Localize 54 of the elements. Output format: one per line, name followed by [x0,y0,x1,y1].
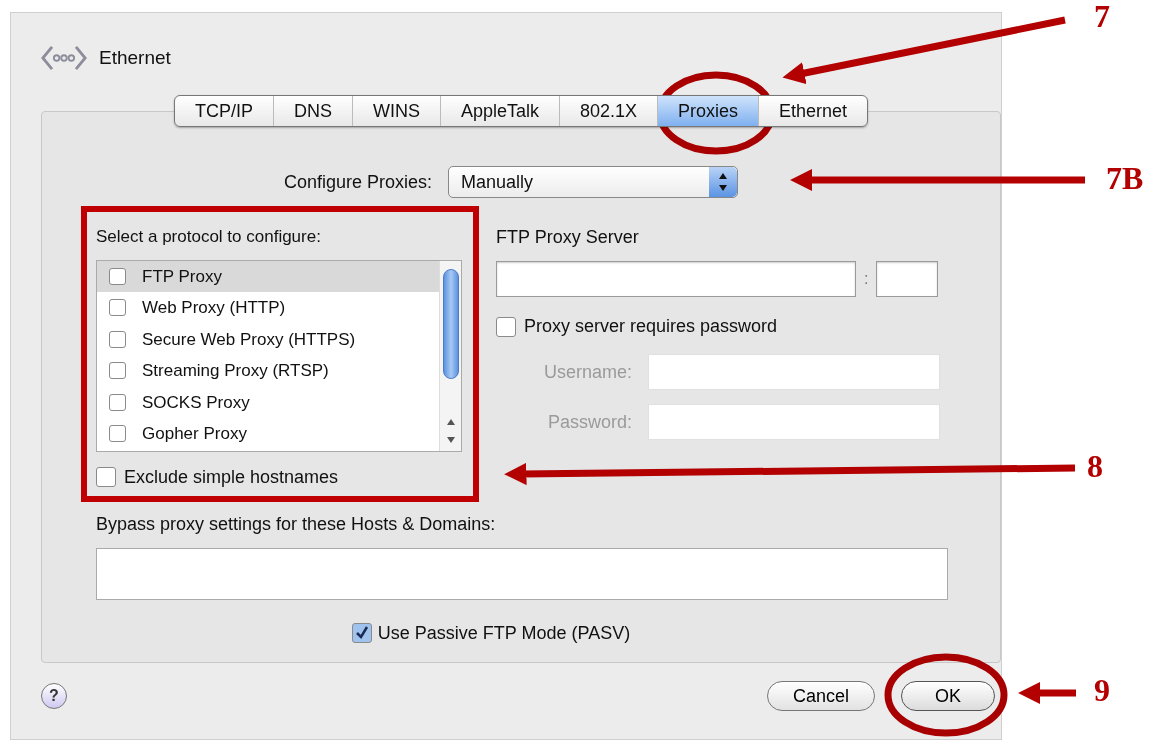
annotation-number: 8 [1087,450,1103,482]
proxy-server-field[interactable] [496,261,856,297]
checkbox[interactable] [96,467,116,487]
checkbox[interactable] [109,393,126,411]
configure-proxies-label: Configure Proxies: [284,170,433,194]
protocol-item[interactable]: SOCKS Proxy [97,386,439,418]
exclude-hostnames-label: Exclude simple hostnames [124,465,339,489]
checkbox[interactable] [109,299,126,317]
checkbox[interactable] [109,330,126,348]
annotation-number: 7 [1094,0,1110,32]
protocol-label: Gopher Proxy [142,423,247,445]
cancel-button[interactable]: Cancel [767,681,875,711]
scrollbar[interactable] [439,260,461,451]
passive-ftp-label: Use Passive FTP Mode (PASV) [377,621,631,645]
scrollbar-thumb[interactable] [442,268,459,379]
protocol-item[interactable]: Secure Web Proxy (HTTPS) [97,323,439,355]
port-field[interactable] [876,261,939,297]
protocol-label: SOCKS Proxy [142,391,250,414]
tab[interactable]: DNS [272,96,352,126]
annotation-number: 7B [1106,162,1144,194]
requires-password-label: Proxy server requires password [524,315,778,338]
configure-proxies-dropdown[interactable]: Manually [448,166,739,198]
scroll-down-icon[interactable] [445,434,456,445]
help-button[interactable]: ? [41,683,67,709]
checkbox[interactable] [496,316,516,337]
bypass-field[interactable] [96,547,948,600]
proxy-server-label: FTP Proxy Server [496,226,640,249]
protocol-label: Web Proxy (HTTP) [142,297,286,319]
username-label: Username: [543,360,632,384]
ok-button[interactable]: OK [901,681,995,711]
checkbox[interactable] [109,425,126,443]
network-icon [41,44,87,72]
dropdown-value: Manually [461,170,534,194]
updown-arrows-icon [709,167,738,197]
protocol-label: FTP Proxy [142,265,222,288]
annotation-number: 9 [1094,674,1110,706]
tab[interactable]: WINS [351,96,440,126]
protocol-item[interactable]: FTP Proxy [97,260,439,292]
tab[interactable]: TCP/IP [174,96,273,126]
window-title: Ethernet [99,45,171,70]
tab[interactable]: AppleTalk [439,96,559,126]
protocol-list-label: Select a protocol to configure: [96,226,322,248]
protocol-item[interactable]: Web Proxy (HTTP) [97,292,439,324]
bypass-label: Bypass proxy settings for these Hosts & Domains: [96,512,497,536]
protocol-label: Secure Web Proxy (HTTPS) [142,328,356,351]
checked-checkbox[interactable] [351,623,372,643]
password-label: Password: [547,410,632,434]
checkbox[interactable] [109,267,126,285]
port-separator: : [863,269,870,289]
protocol-item[interactable]: Gopher Proxy [97,418,439,450]
protocol-label: Streaming Proxy (RTSP) [142,360,329,382]
checkbox[interactable] [109,362,126,380]
protocol-item[interactable]: Streaming Proxy (RTSP) [97,355,439,387]
tab[interactable]: Proxies [657,96,759,126]
